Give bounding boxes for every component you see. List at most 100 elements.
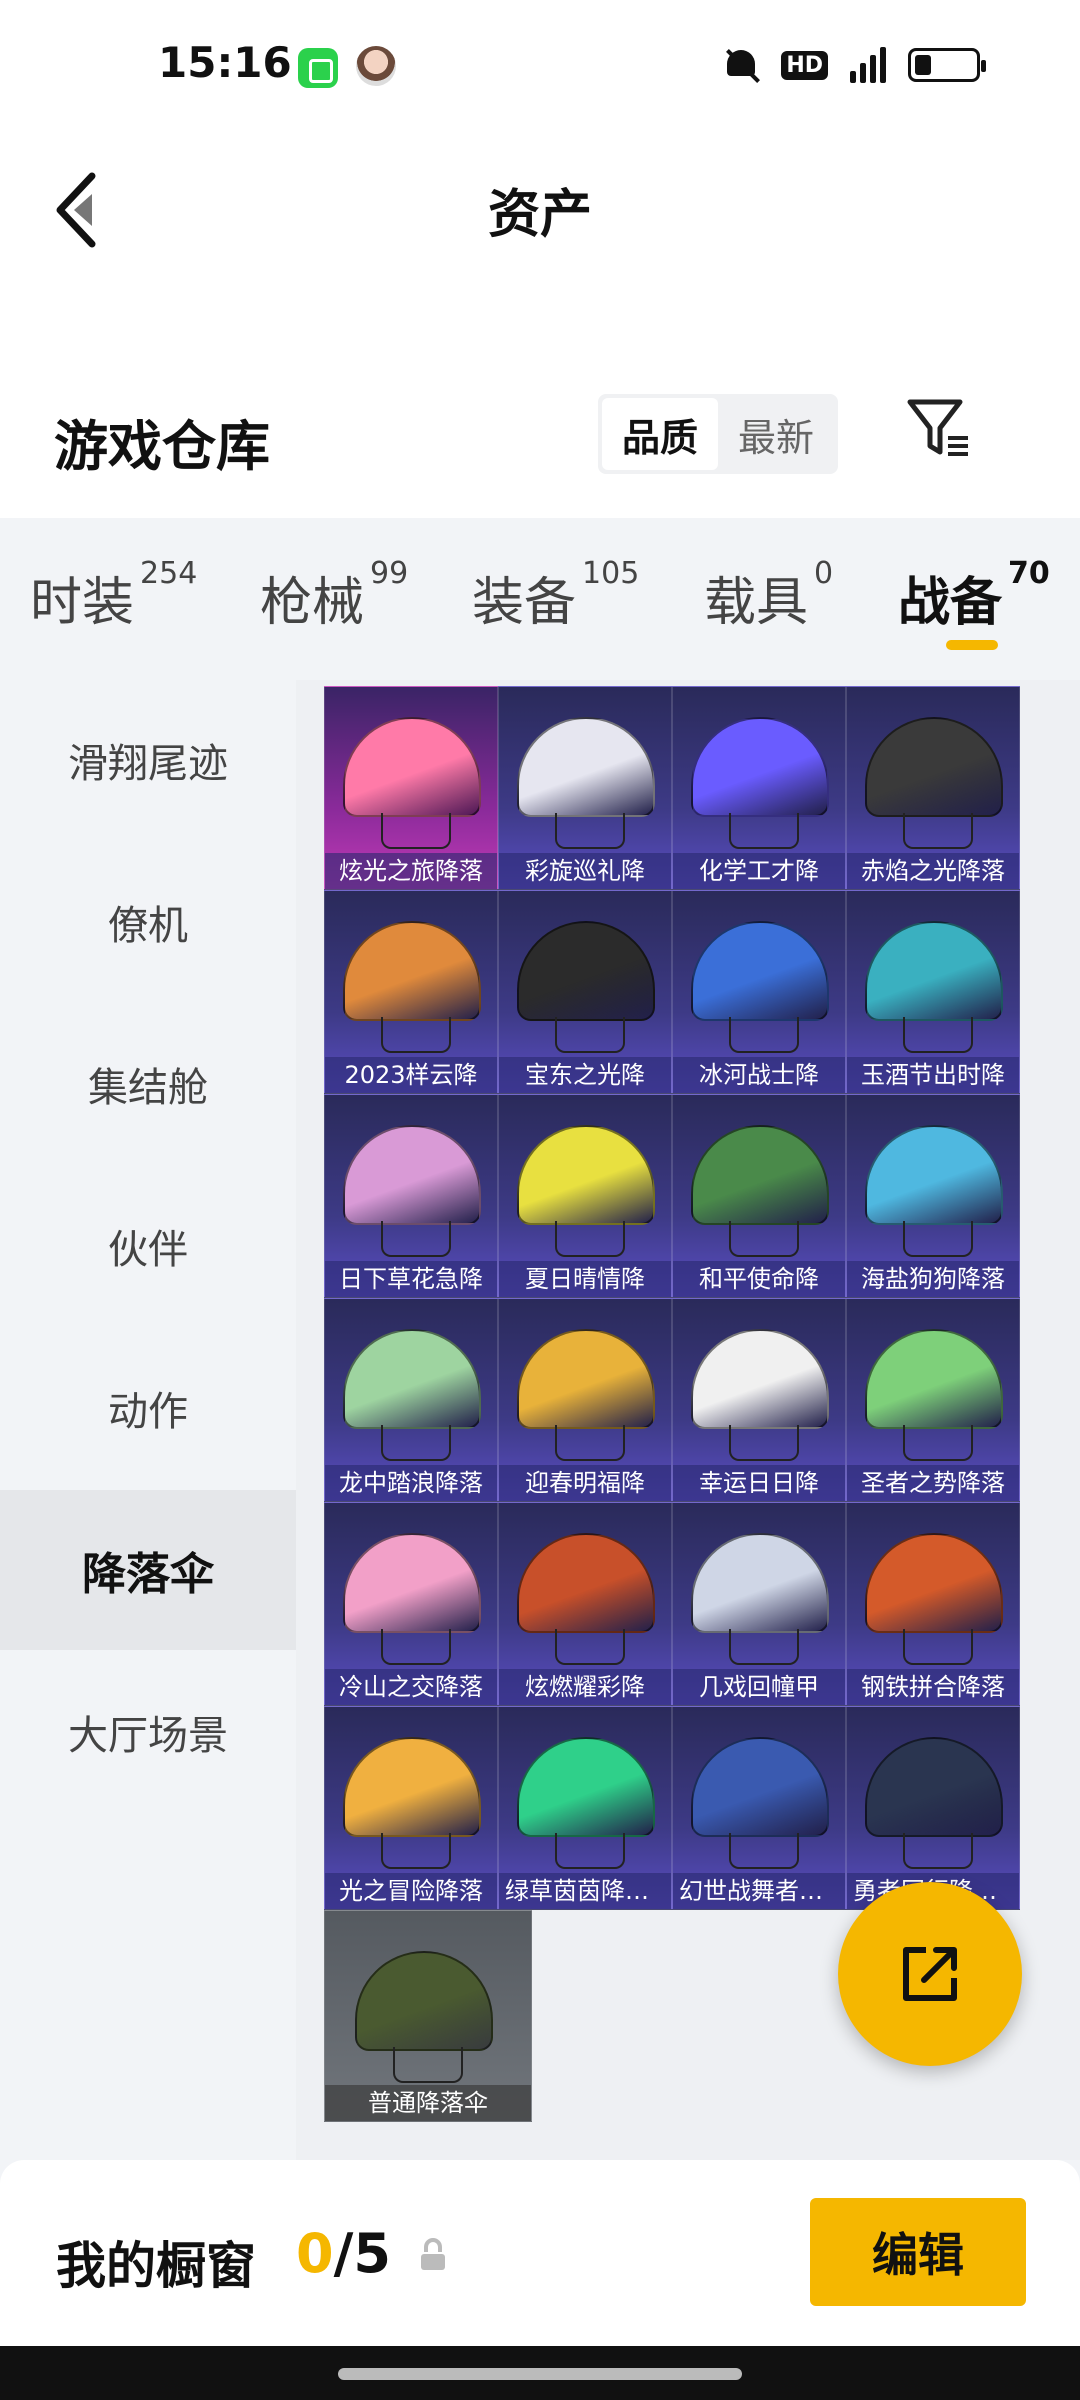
parachute-icon [343,1329,481,1461]
item-card[interactable]: 光之冒险降落 [324,1706,498,1910]
item-card[interactable]: 2023样云降 [324,890,498,1094]
item-name: 炫光之旅降落 [325,853,497,889]
parachute-icon [343,921,481,1053]
item-card[interactable]: 宝东之光降 [498,890,672,1094]
item-name: 迎春明福降 [499,1465,671,1501]
item-card[interactable]: 赤焰之光降落 [846,686,1020,890]
item-card[interactable]: 冰河战士降 [672,890,846,1094]
parachute-icon [691,921,829,1053]
item-name: 2023样云降 [325,1057,497,1093]
status-time: 15:16 [158,38,292,87]
item-name: 炫燃耀彩降 [499,1669,671,1705]
showcase-bar: 我的橱窗 0/5 编辑 [0,2160,1080,2346]
showcase-count: 0/5 [296,2222,391,2285]
item-name: 和平使命降 [673,1261,845,1297]
parachute-icon [343,1125,481,1257]
item-card[interactable]: 绿草茵茵降落伞 [498,1706,672,1910]
warehouse-title: 游戏仓库 [54,415,270,478]
parachute-icon [343,1737,481,1869]
item-card[interactable]: 普通降落伞 [324,1910,532,2122]
share-icon [903,1947,957,2001]
item-card[interactable]: 勇者同行降落伞 [846,1706,1020,1910]
item-name: 冰河战士降 [673,1057,845,1093]
parachute-icon [691,1737,829,1869]
item-card[interactable]: 化学工才降 [672,686,846,890]
category-tabs: 时装 254 枪械 99 装备 105 载具 0 战备 70 [0,518,1080,680]
item-name: 玉酒节出时降 [847,1057,1019,1093]
sort-option-newest[interactable]: 最新 [718,398,834,470]
hd-icon: HD [781,50,828,80]
parachute-icon [517,1329,655,1461]
battery-icon [908,48,986,82]
avatar-notification-icon [356,46,396,86]
parachute-icon [517,1125,655,1257]
item-name: 钢铁拼合降落 [847,1669,1019,1705]
parachute-icon [865,1125,1003,1257]
item-card[interactable]: 日下草花急降 [324,1094,498,1298]
tab-vehicles[interactable]: 载具 0 [704,556,833,635]
sidebar-item-lobby-scene[interactable]: 大厅场景 [0,1652,296,1812]
tab-battle-gear[interactable]: 战备 70 [898,556,1050,635]
item-name: 几戏回幢甲 [673,1669,845,1705]
status-bar: 15:16 HD [0,0,1080,130]
item-card[interactable]: 冷山之交降落 [324,1502,498,1706]
item-card[interactable]: 炫燃耀彩降 [498,1502,672,1706]
parachute-icon [517,921,655,1053]
parachute-icon [343,1533,481,1665]
edit-button[interactable]: 编辑 [810,2198,1026,2306]
item-card[interactable]: 几戏回幢甲 [672,1502,846,1706]
parachute-icon [865,1533,1003,1665]
sidebar-item-parachute[interactable]: 降落伞 [0,1490,296,1650]
item-name: 幻世战舞者降落伞 [673,1873,845,1909]
mute-icon [723,46,759,84]
share-button[interactable] [838,1882,1022,2066]
item-name: 宝东之光降 [499,1057,671,1093]
item-card[interactable]: 圣者之势降落 [846,1298,1020,1502]
sidebar-item-companion[interactable]: 伙伴 [0,1166,296,1326]
page-title: 资产 [487,185,592,245]
item-card[interactable]: 龙中踏浪降落 [324,1298,498,1502]
sort-toggle: 品质 最新 [598,394,838,474]
sidebar-item-emote[interactable]: 动作 [0,1328,296,1488]
item-card[interactable]: 玉酒节出时降 [846,890,1020,1094]
nav-bar: 资产 [0,130,1080,290]
item-name: 海盐狗狗降落 [847,1261,1019,1297]
item-name: 夏日晴情降 [499,1261,671,1297]
sidebar-item-glide-trail[interactable]: 滑翔尾迹 [0,680,296,840]
signal-icon [850,47,886,83]
item-card[interactable]: 海盐狗狗降落 [846,1094,1020,1298]
item-card[interactable]: 幸运日日降 [672,1298,846,1502]
item-card[interactable]: 彩旋巡礼降 [498,686,672,890]
tab-weapons[interactable]: 枪械 99 [260,556,408,635]
app-notification-icon [298,48,338,88]
item-name: 化学工才降 [673,853,845,889]
subcategory-sidebar: 滑翔尾迹 僚机 集结舱 伙伴 动作 降落伞 大厅场景 [0,680,296,2160]
item-name: 冷山之交降落 [325,1669,497,1705]
item-card[interactable]: 钢铁拼合降落 [846,1502,1020,1706]
sort-option-quality[interactable]: 品质 [602,398,718,470]
item-name: 光之冒险降落 [325,1873,497,1909]
home-indicator[interactable] [338,2368,742,2380]
item-card[interactable]: 和平使命降 [672,1094,846,1298]
item-name: 龙中踏浪降落 [325,1465,497,1501]
parachute-icon [517,1737,655,1869]
item-name: 幸运日日降 [673,1465,845,1501]
item-name: 日下草花急降 [325,1261,497,1297]
item-card[interactable]: 夏日晴情降 [498,1094,672,1298]
tab-equipment[interactable]: 装备 105 [472,556,639,635]
parachute-icon [691,1125,829,1257]
parachute-icon [691,1329,829,1461]
sidebar-item-wingman[interactable]: 僚机 [0,842,296,1002]
item-card[interactable]: 迎春明福降 [498,1298,672,1502]
sidebar-item-rally-pod[interactable]: 集结舱 [0,1004,296,1164]
active-tab-indicator [946,640,998,650]
parachute-icon [517,1533,655,1665]
tab-fashion[interactable]: 时装 254 [30,556,197,635]
item-card[interactable]: 炫光之旅降落 [324,686,498,890]
item-name: 普通降落伞 [325,2085,531,2121]
parachute-icon [691,1533,829,1665]
showcase-label: 我的橱窗 [56,2237,256,2295]
filter-icon[interactable] [904,394,972,462]
item-card[interactable]: 幻世战舞者降落伞 [672,1706,846,1910]
parachute-icon [865,1737,1003,1869]
